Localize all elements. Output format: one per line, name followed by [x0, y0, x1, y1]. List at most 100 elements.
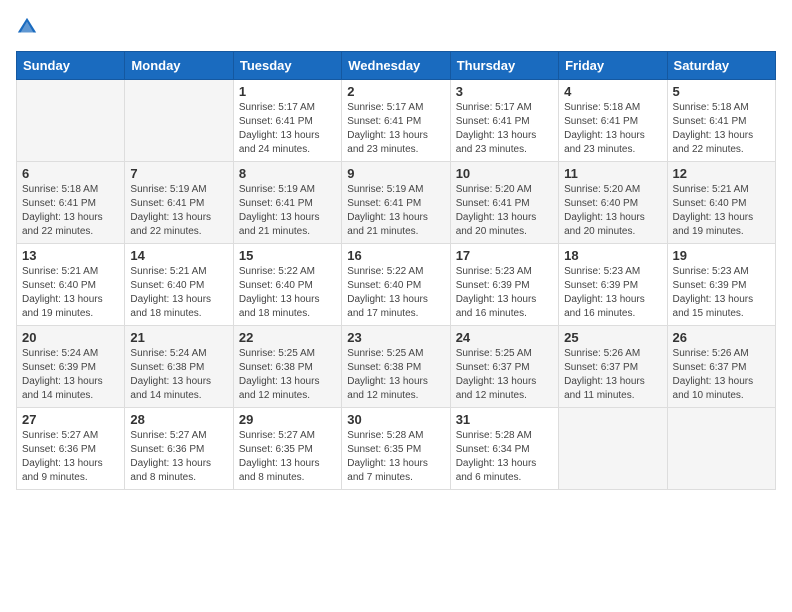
calendar-cell [125, 80, 233, 162]
day-info: Sunrise: 5:28 AM Sunset: 6:35 PM Dayligh… [347, 429, 444, 485]
day-number: 21 [130, 330, 227, 345]
calendar-cell: 11 Sunrise: 5:20 AM Sunset: 6:40 PM Dayli… [559, 162, 667, 244]
calendar-cell: 21Sunrise: 5:24 AM Sunset: 6:38 PM Dayli… [125, 326, 233, 408]
day-number: 1 [239, 84, 336, 99]
weekday-header-thursday: Thursday [450, 52, 558, 80]
weekday-header-friday: Friday [559, 52, 667, 80]
calendar-cell: 20Sunrise: 5:24 AM Sunset: 6:39 PM Dayli… [17, 326, 125, 408]
calendar-cell: 9 Sunrise: 5:19 AM Sunset: 6:41 PM Daylig… [342, 162, 450, 244]
calendar-cell [559, 408, 667, 490]
day-info: Sunrise: 5:25 AM Sunset: 6:38 PM Dayligh… [239, 347, 336, 403]
calendar-cell: 2Sunrise: 5:17 AM Sunset: 6:41 PM Daylig… [342, 80, 450, 162]
calendar-cell: 16 Sunrise: 5:22 AM Sunset: 6:40 PM Dayli… [342, 244, 450, 326]
day-info: Sunrise: 5:18 AM Sunset: 6:41 PM Dayligh… [22, 183, 119, 239]
calendar-cell: 22 Sunrise: 5:25 AM Sunset: 6:38 PM Dayli… [233, 326, 341, 408]
day-info: Sunrise: 5:17 AM Sunset: 6:41 PM Dayligh… [239, 101, 336, 157]
day-number: 30 [347, 412, 444, 427]
day-info: Sunrise: 5:17 AM Sunset: 6:41 PM Dayligh… [456, 101, 553, 157]
day-number: 26 [673, 330, 770, 345]
day-info: Sunrise: 5:25 AM Sunset: 6:38 PM Dayligh… [347, 347, 444, 403]
calendar-cell: 17 Sunrise: 5:23 AM Sunset: 6:39 PM Dayli… [450, 244, 558, 326]
day-info: Sunrise: 5:18 AM Sunset: 6:41 PM Dayligh… [564, 101, 661, 157]
week-row-3: 13 Sunrise: 5:21 AM Sunset: 6:40 PM Dayli… [17, 244, 776, 326]
day-info: Sunrise: 5:23 AM Sunset: 6:39 PM Dayligh… [564, 265, 661, 321]
day-info: Sunrise: 5:21 AM Sunset: 6:40 PM Dayligh… [673, 183, 770, 239]
day-number: 15 [239, 248, 336, 263]
day-info: Sunrise: 5:23 AM Sunset: 6:39 PM Dayligh… [673, 265, 770, 321]
day-info: Sunrise: 5:26 AM Sunset: 6:37 PM Dayligh… [673, 347, 770, 403]
day-number: 22 [239, 330, 336, 345]
day-number: 17 [456, 248, 553, 263]
day-info: Sunrise: 5:27 AM Sunset: 6:35 PM Dayligh… [239, 429, 336, 485]
day-number: 14 [130, 248, 227, 263]
weekday-header-saturday: Saturday [667, 52, 775, 80]
day-info: Sunrise: 5:19 AM Sunset: 6:41 PM Dayligh… [347, 183, 444, 239]
day-number: 5 [673, 84, 770, 99]
day-number: 29 [239, 412, 336, 427]
day-info: Sunrise: 5:26 AM Sunset: 6:37 PM Dayligh… [564, 347, 661, 403]
day-number: 10 [456, 166, 553, 181]
day-info: Sunrise: 5:25 AM Sunset: 6:37 PM Dayligh… [456, 347, 553, 403]
calendar-cell: 24Sunrise: 5:25 AM Sunset: 6:37 PM Dayli… [450, 326, 558, 408]
calendar-body: 1 Sunrise: 5:17 AM Sunset: 6:41 PM Daylig… [17, 80, 776, 490]
day-info: Sunrise: 5:27 AM Sunset: 6:36 PM Dayligh… [22, 429, 119, 485]
calendar-cell: 18 Sunrise: 5:23 AM Sunset: 6:39 PM Dayli… [559, 244, 667, 326]
day-info: Sunrise: 5:23 AM Sunset: 6:39 PM Dayligh… [456, 265, 553, 321]
calendar-cell: 26 Sunrise: 5:26 AM Sunset: 6:37 PM Dayli… [667, 326, 775, 408]
calendar-cell: 28 Sunrise: 5:27 AM Sunset: 6:36 PM Dayli… [125, 408, 233, 490]
calendar-cell: 4 Sunrise: 5:18 AM Sunset: 6:41 PM Daylig… [559, 80, 667, 162]
calendar-cell: 8Sunrise: 5:19 AM Sunset: 6:41 PM Daylig… [233, 162, 341, 244]
calendar-cell: 7Sunrise: 5:19 AM Sunset: 6:41 PM Daylig… [125, 162, 233, 244]
day-number: 28 [130, 412, 227, 427]
logo-icon [16, 16, 38, 43]
calendar-cell: 25 Sunrise: 5:26 AM Sunset: 6:37 PM Dayli… [559, 326, 667, 408]
calendar-cell: 15Sunrise: 5:22 AM Sunset: 6:40 PM Dayli… [233, 244, 341, 326]
day-number: 12 [673, 166, 770, 181]
weekday-header-tuesday: Tuesday [233, 52, 341, 80]
calendar-cell: 6 Sunrise: 5:18 AM Sunset: 6:41 PM Daylig… [17, 162, 125, 244]
calendar-cell: 3Sunrise: 5:17 AM Sunset: 6:41 PM Daylig… [450, 80, 558, 162]
week-row-2: 6 Sunrise: 5:18 AM Sunset: 6:41 PM Daylig… [17, 162, 776, 244]
calendar-cell [17, 80, 125, 162]
day-info: Sunrise: 5:17 AM Sunset: 6:41 PM Dayligh… [347, 101, 444, 157]
page-header [16, 16, 776, 43]
calendar-cell: 10Sunrise: 5:20 AM Sunset: 6:41 PM Dayli… [450, 162, 558, 244]
day-info: Sunrise: 5:19 AM Sunset: 6:41 PM Dayligh… [130, 183, 227, 239]
calendar-header: SundayMondayTuesdayWednesdayThursdayFrid… [17, 52, 776, 80]
calendar-table: SundayMondayTuesdayWednesdayThursdayFrid… [16, 51, 776, 490]
day-number: 20 [22, 330, 119, 345]
day-number: 6 [22, 166, 119, 181]
day-info: Sunrise: 5:21 AM Sunset: 6:40 PM Dayligh… [130, 265, 227, 321]
day-info: Sunrise: 5:27 AM Sunset: 6:36 PM Dayligh… [130, 429, 227, 485]
calendar-cell: 12 Sunrise: 5:21 AM Sunset: 6:40 PM Dayli… [667, 162, 775, 244]
day-info: Sunrise: 5:19 AM Sunset: 6:41 PM Dayligh… [239, 183, 336, 239]
weekday-header-sunday: Sunday [17, 52, 125, 80]
day-number: 18 [564, 248, 661, 263]
day-info: Sunrise: 5:28 AM Sunset: 6:34 PM Dayligh… [456, 429, 553, 485]
logo [16, 16, 42, 43]
calendar-cell: 30 Sunrise: 5:28 AM Sunset: 6:35 PM Dayli… [342, 408, 450, 490]
day-number: 27 [22, 412, 119, 427]
day-info: Sunrise: 5:18 AM Sunset: 6:41 PM Dayligh… [673, 101, 770, 157]
calendar-cell: 5 Sunrise: 5:18 AM Sunset: 6:41 PM Daylig… [667, 80, 775, 162]
weekday-header-wednesday: Wednesday [342, 52, 450, 80]
calendar-cell: 29 Sunrise: 5:27 AM Sunset: 6:35 PM Dayli… [233, 408, 341, 490]
day-info: Sunrise: 5:22 AM Sunset: 6:40 PM Dayligh… [347, 265, 444, 321]
day-number: 13 [22, 248, 119, 263]
day-number: 9 [347, 166, 444, 181]
week-row-5: 27 Sunrise: 5:27 AM Sunset: 6:36 PM Dayli… [17, 408, 776, 490]
day-number: 16 [347, 248, 444, 263]
week-row-1: 1 Sunrise: 5:17 AM Sunset: 6:41 PM Daylig… [17, 80, 776, 162]
weekday-header-monday: Monday [125, 52, 233, 80]
day-number: 31 [456, 412, 553, 427]
day-number: 25 [564, 330, 661, 345]
calendar-cell [667, 408, 775, 490]
day-number: 4 [564, 84, 661, 99]
header-row: SundayMondayTuesdayWednesdayThursdayFrid… [17, 52, 776, 80]
calendar-cell: 31 Sunrise: 5:28 AM Sunset: 6:34 PM Dayli… [450, 408, 558, 490]
day-info: Sunrise: 5:20 AM Sunset: 6:40 PM Dayligh… [564, 183, 661, 239]
day-number: 11 [564, 166, 661, 181]
calendar-cell: 14 Sunrise: 5:21 AM Sunset: 6:40 PM Dayli… [125, 244, 233, 326]
day-number: 23 [347, 330, 444, 345]
week-row-4: 20Sunrise: 5:24 AM Sunset: 6:39 PM Dayli… [17, 326, 776, 408]
